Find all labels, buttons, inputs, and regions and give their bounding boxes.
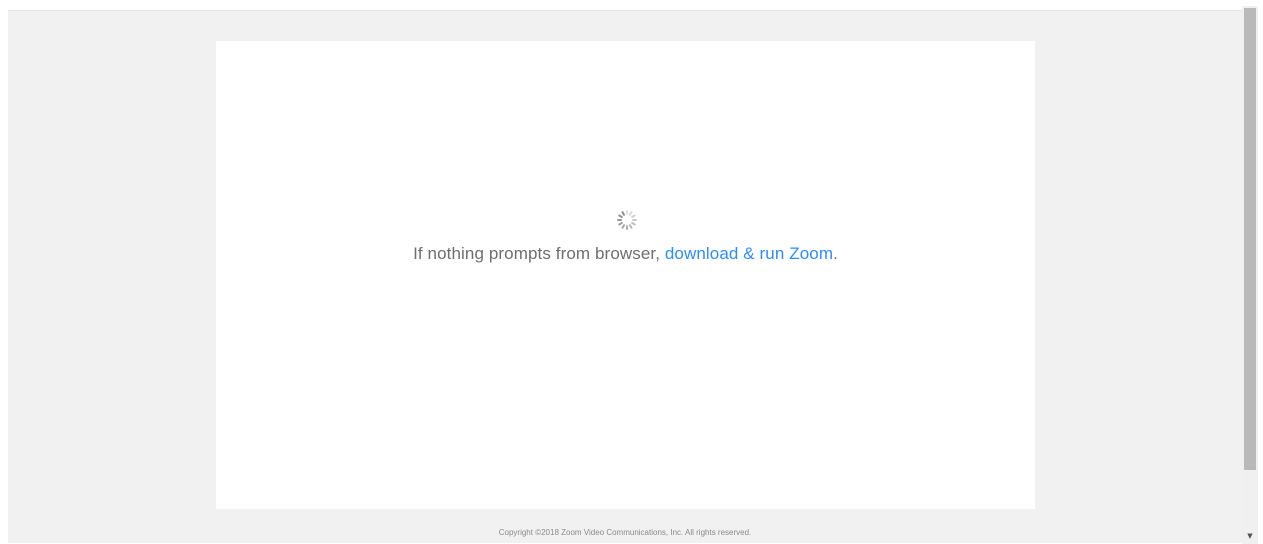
download-run-zoom-link[interactable]: download & run Zoom	[665, 244, 833, 263]
copyright-notice: Copyright ©2018 Zoom Video Communication…	[498, 528, 752, 537]
scroll-down-arrow-icon[interactable]: ▼	[1242, 530, 1258, 542]
launch-card: If nothing prompts from browser, downloa…	[216, 41, 1035, 509]
vertical-scrollbar[interactable]: ▼	[1242, 6, 1258, 544]
prompt-text: If nothing prompts from browser,	[413, 244, 665, 263]
launch-prompt-message: If nothing prompts from browser, downloa…	[216, 244, 1035, 264]
prompt-text-end: .	[833, 244, 838, 263]
page-viewport: If nothing prompts from browser, downloa…	[8, 10, 1242, 543]
loading-spinner-icon	[616, 209, 638, 231]
scrollbar-thumb[interactable]	[1244, 8, 1256, 470]
